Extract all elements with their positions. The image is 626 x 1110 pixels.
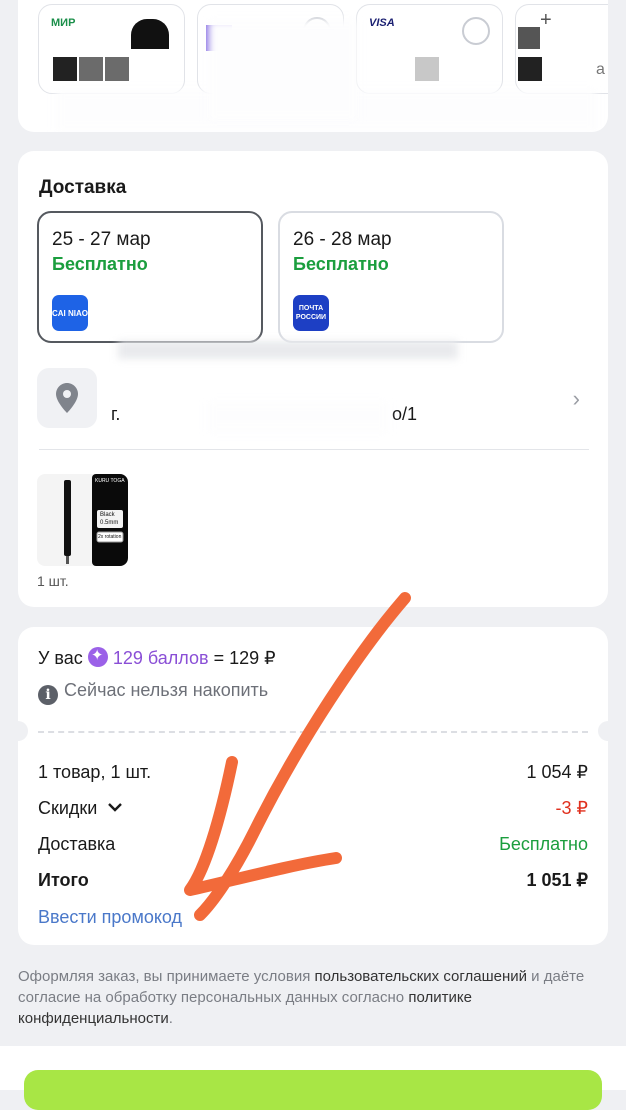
- product-label-feature: 2x rotation: [98, 534, 122, 540]
- points-equals: = 129 ₽: [213, 648, 276, 668]
- legal-text: .: [168, 1010, 173, 1027]
- location-pin-icon: [37, 368, 97, 428]
- legal-text: Оформляя заказ, вы принимаете условия: [18, 968, 315, 985]
- summary-row-delivery: Доставка Бесплатно: [38, 834, 588, 855]
- card-logo-icon: [131, 19, 169, 49]
- row-label: Доставка: [38, 834, 116, 854]
- delivery-price: Бесплатно: [52, 254, 148, 274]
- chevron-down-icon: [108, 803, 123, 812]
- add-card-icon: [518, 27, 540, 49]
- delivery-card: Доставка 25 - 27 мар Бесплатно CAI NIAO …: [18, 151, 608, 607]
- checkout-button[interactable]: [24, 1070, 602, 1110]
- row-label: Скидки: [38, 798, 98, 818]
- summary-row-items: 1 товар, 1 шт. 1 054 ₽: [38, 762, 588, 783]
- delivery-address-row[interactable]: г. о/1 ›: [18, 366, 608, 436]
- card-brand-label: МИР: [51, 17, 76, 29]
- add-card-button[interactable]: + а: [515, 4, 608, 94]
- delivery-title: Доставка: [39, 177, 127, 198]
- plus-icon: +: [540, 9, 552, 31]
- card-brand-label: VISA: [369, 17, 395, 29]
- summary-row-discounts[interactable]: Скидки -3 ₽: [38, 798, 588, 819]
- payment-card-visa[interactable]: VISA: [356, 4, 503, 94]
- order-summary-card: У вас 129 баллов = 129 ₽ i Сейчас нельзя …: [8, 627, 618, 945]
- delivery-date: 26 - 28 мар: [293, 229, 392, 250]
- row-label: 1 товар, 1 шт.: [38, 762, 152, 782]
- cant-accumulate-text: Сейчас нельзя накопить: [64, 680, 269, 700]
- address-suffix: о/1: [392, 404, 418, 424]
- bottom-bar: [0, 1046, 626, 1110]
- user-agreement-link[interactable]: пользовательских соглашений: [315, 968, 527, 985]
- chevron-right-icon: ›: [572, 386, 580, 411]
- product-label-color: Black: [100, 512, 115, 518]
- pochta-rossii-logo-icon: ПОЧТА РОССИИ: [293, 295, 329, 331]
- row-value: Бесплатно: [499, 834, 588, 854]
- delivery-option-cainiao[interactable]: 25 - 27 мар Бесплатно CAI NIAO: [37, 211, 263, 343]
- masked-card-number: [518, 57, 542, 81]
- points-star-icon: [87, 646, 108, 667]
- product-quantity: 1 шт.: [37, 573, 69, 589]
- redaction-patch: [208, 20, 358, 120]
- delivery-date: 25 - 27 мар: [52, 229, 151, 250]
- logo-text: ПОЧТА РОССИИ: [295, 305, 327, 321]
- card-label-text: а: [596, 61, 605, 78]
- ticket-notch: [8, 721, 28, 741]
- product-thumbnail[interactable]: KURU TOGA Black 0.5mm 2x rotation: [37, 474, 128, 566]
- delivery-option-pochta[interactable]: 26 - 28 мар Бесплатно ПОЧТА РОССИИ: [278, 211, 504, 343]
- redaction-patch: [208, 402, 388, 432]
- ticket-notch: [598, 721, 618, 741]
- summary-row-total: Итого 1 051 ₽: [38, 870, 588, 891]
- divider: [39, 449, 589, 450]
- points-prefix: У вас: [38, 648, 83, 668]
- discounts-toggle[interactable]: Скидки: [38, 798, 123, 819]
- masked-card-number: [415, 57, 439, 81]
- redaction-patch: [118, 341, 458, 359]
- dashed-divider: [38, 731, 588, 733]
- row-value: 1 051 ₽: [526, 870, 589, 890]
- card-radio-button[interactable]: [462, 17, 490, 45]
- payment-card-mir[interactable]: МИР: [38, 4, 185, 94]
- address-prefix: г.: [111, 404, 121, 424]
- masked-card-number: [53, 57, 129, 81]
- points-value: 129 баллов: [112, 648, 209, 668]
- legal-notice: Оформляя заказ, вы принимаете условия по…: [18, 966, 598, 1029]
- product-label-size: 0.5mm: [100, 520, 119, 526]
- row-label: Итого: [38, 870, 89, 890]
- row-value: -3 ₽: [555, 798, 588, 818]
- product-label-brand: KURU TOGA: [95, 478, 125, 484]
- payment-methods-card: МИР VISA + а: [18, 0, 608, 132]
- row-value: 1 054 ₽: [526, 762, 589, 782]
- cant-accumulate-note: i Сейчас нельзя накопить: [38, 680, 268, 705]
- enter-promocode-link[interactable]: Ввести промокод: [38, 907, 182, 928]
- info-icon[interactable]: i: [38, 685, 58, 705]
- logo-text: CAI NIAO: [52, 308, 88, 318]
- delivery-price: Бесплатно: [293, 254, 389, 274]
- cainiao-logo-icon: CAI NIAO: [52, 295, 88, 331]
- points-line: У вас 129 баллов = 129 ₽: [38, 646, 276, 669]
